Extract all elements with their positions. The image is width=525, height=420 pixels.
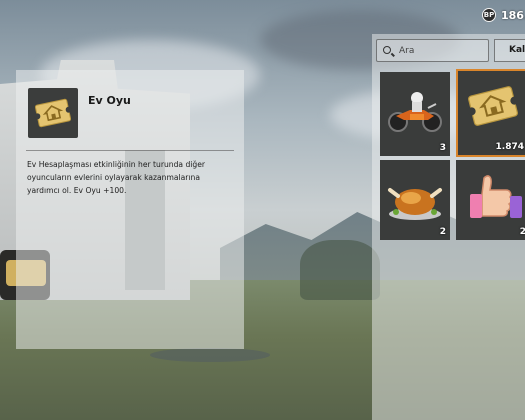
inventory-panel: Kalite 3 1.874	[372, 34, 525, 420]
tree	[300, 240, 380, 300]
item-count: 1.874	[495, 142, 524, 152]
motorcycle-skin-icon	[388, 92, 442, 132]
item-description: Ev Hesaplaşması etkinliğinin her turunda…	[27, 160, 206, 195]
roast-chicken-icon	[388, 188, 442, 220]
item-count: 2	[519, 227, 525, 237]
house-ticket-icon	[28, 88, 78, 138]
house-ticket-icon	[467, 86, 519, 126]
item-name: Ev Oyu	[88, 94, 131, 107]
inventory-slot-roast-chicken[interactable]: 2	[380, 160, 450, 240]
thumbs-up-icon	[470, 175, 522, 218]
search-input[interactable]	[399, 43, 487, 58]
inventory-slot-house-ticket[interactable]: 1.874	[456, 69, 525, 157]
search-icon	[383, 46, 391, 54]
divider	[26, 150, 234, 151]
search-box[interactable]	[376, 39, 489, 62]
puddle	[150, 348, 270, 362]
item-detail-panel: Ev Oyu Ev Hesaplaşması etkinliğinin her …	[16, 70, 244, 349]
item-count: 2	[439, 227, 446, 237]
quality-filter-button[interactable]: Kalite	[494, 39, 525, 62]
bp-coin-icon: BP	[482, 8, 496, 22]
item-count: 3	[439, 143, 446, 153]
currency-display: BP 186.5	[482, 8, 525, 22]
inventory-slot-motorcycle[interactable]: 3	[380, 72, 450, 156]
inventory-slot-thumbs-up[interactable]: 2	[456, 160, 525, 240]
currency-value: 186.5	[501, 8, 525, 22]
